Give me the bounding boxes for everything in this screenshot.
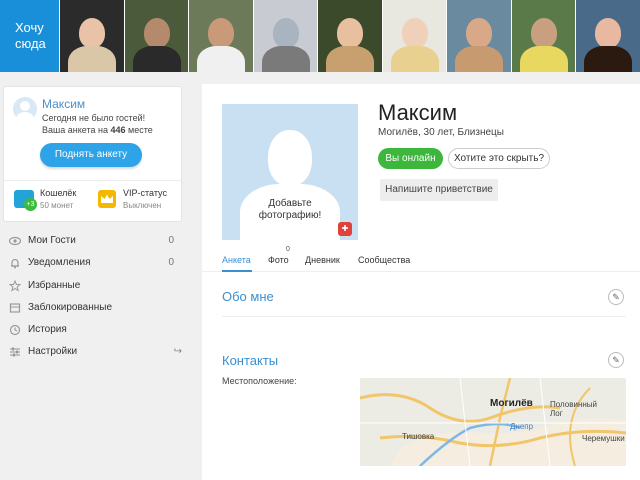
- sidebar-item-label: Уведомления: [28, 257, 91, 269]
- sidebar-item-blocked[interactable]: Заблокированные: [0, 297, 190, 319]
- map-label-cheremushki: Черемушки: [582, 434, 625, 443]
- about-section-title: Обо мне: [222, 289, 274, 304]
- strip-photo[interactable]: [317, 0, 382, 72]
- crown-icon[interactable]: [98, 190, 116, 208]
- sidebar-item-label: Заблокированные: [28, 301, 113, 313]
- left-sidebar: Максим Сегодня не было гостей! Ваша анке…: [0, 72, 190, 480]
- map-city-label: Могилёв: [490, 398, 533, 409]
- settings-sliders-icon: [10, 347, 20, 357]
- user-card: Максим Сегодня не было гостей! Ваша анке…: [3, 86, 182, 222]
- wallet-icon[interactable]: +3: [14, 190, 37, 211]
- top-photo-strip: Хочу сюда: [0, 0, 640, 72]
- profile-photo-placeholder[interactable]: Добавьте фотографию! ✚: [222, 104, 358, 240]
- star-icon: [9, 279, 21, 292]
- tab-communities[interactable]: Сообщества: [358, 255, 410, 265]
- hide-online-button[interactable]: Хотите это скрыть?: [448, 148, 550, 169]
- tab-diary[interactable]: Дневник: [305, 255, 340, 265]
- sidebar-item-history[interactable]: История: [0, 319, 190, 341]
- avatar[interactable]: [13, 97, 37, 121]
- wallet-badge: +3: [24, 198, 37, 211]
- online-status-button[interactable]: Вы онлайн: [378, 148, 443, 169]
- sidebar-item-label: Мои Гости: [28, 235, 76, 246]
- map-graphic: [360, 378, 626, 466]
- sidebar-item-label: Настройки: [28, 346, 78, 358]
- wallet-title[interactable]: Кошелёк: [40, 188, 76, 198]
- wallet-balance: 50 монет: [40, 201, 74, 210]
- add-photo-text-line2: фотографию!: [258, 210, 322, 221]
- section-divider: [222, 316, 626, 317]
- profile-tabs: Анкета Фото 0 Дневник Сообщества: [202, 246, 640, 272]
- silhouette-head: [268, 130, 312, 186]
- no-guests-text: Сегодня не было гостей!: [42, 113, 146, 123]
- bell-icon: [11, 259, 19, 269]
- sidebar-item-label: История: [28, 324, 67, 336]
- map-label-polovinny-log: Половинный Лог: [550, 400, 598, 418]
- user-name-link[interactable]: Максим: [42, 97, 85, 111]
- profile-name: Максим: [378, 100, 458, 125]
- write-greeting-button[interactable]: Напишите приветствие: [380, 179, 498, 201]
- location-label: Местоположение:: [222, 376, 297, 386]
- photo-count: 0: [286, 246, 290, 253]
- strip-photo[interactable]: [188, 0, 253, 72]
- strip-photo[interactable]: [252, 0, 318, 72]
- sidebar-item-guests[interactable]: Мои Гости 0: [0, 230, 190, 252]
- notifications-count: 0: [168, 257, 174, 269]
- raise-profile-button[interactable]: Поднять анкету: [40, 143, 142, 167]
- strip-photo[interactable]: [575, 0, 640, 72]
- profile-panel: Добавьте фотографию! ✚ Максим Могилёв, 3…: [202, 84, 640, 480]
- sidebar-item-favorites[interactable]: Избранные: [0, 275, 190, 297]
- strip-photo[interactable]: [381, 0, 447, 72]
- add-photo-text-line1: Добавьте: [268, 198, 312, 209]
- history-icon: [9, 325, 21, 336]
- contacts-section-title: Контакты: [222, 353, 279, 368]
- edit-contacts-pencil-icon[interactable]: ✎: [608, 352, 624, 368]
- profile-info: Могилёв, 30 лет, Близнецы: [378, 127, 504, 138]
- rank-value: 446: [110, 125, 126, 135]
- edit-about-pencil-icon[interactable]: ✎: [608, 289, 624, 305]
- rank-suffix: месте: [128, 125, 153, 135]
- vip-title[interactable]: VIP-статус: [123, 188, 167, 198]
- sidebar-item-notifications[interactable]: Уведомления 0: [0, 252, 190, 274]
- map-label-tishovka: Тишовка: [402, 432, 435, 441]
- block-icon: [9, 303, 21, 313]
- card-divider: [4, 180, 181, 181]
- sidebar-item-label: Избранные: [28, 279, 81, 291]
- tab-photos[interactable]: Фото: [268, 255, 289, 265]
- map-label-dnepr: Днепр: [510, 422, 534, 431]
- want-here-tile[interactable]: Хочу сюда: [0, 0, 60, 72]
- gift-icon[interactable]: ✚: [338, 222, 352, 236]
- rank-text: Ваша анкета на 446 месте: [42, 125, 153, 135]
- logout-icon[interactable]: ↪: [174, 341, 182, 363]
- strip-photo[interactable]: [123, 0, 189, 72]
- guests-count: 0: [168, 235, 174, 246]
- vip-status: Выключен: [123, 201, 162, 210]
- eye-icon: [9, 236, 21, 246]
- active-tab-indicator: [222, 270, 252, 272]
- rank-prefix: Ваша анкета на: [42, 125, 108, 135]
- location-map[interactable]: Могилёв Половинный Лог Тишовка Черемушки…: [360, 378, 626, 466]
- strip-photo[interactable]: [510, 0, 576, 72]
- sidebar-item-settings[interactable]: Настройки ↪: [0, 341, 190, 363]
- tab-profile[interactable]: Анкета: [222, 255, 251, 265]
- strip-photo[interactable]: [446, 0, 511, 72]
- strip-photo[interactable]: [59, 0, 124, 72]
- sidebar-menu: Мои Гости 0 Уведомления 0 Избранные Забл…: [0, 230, 190, 364]
